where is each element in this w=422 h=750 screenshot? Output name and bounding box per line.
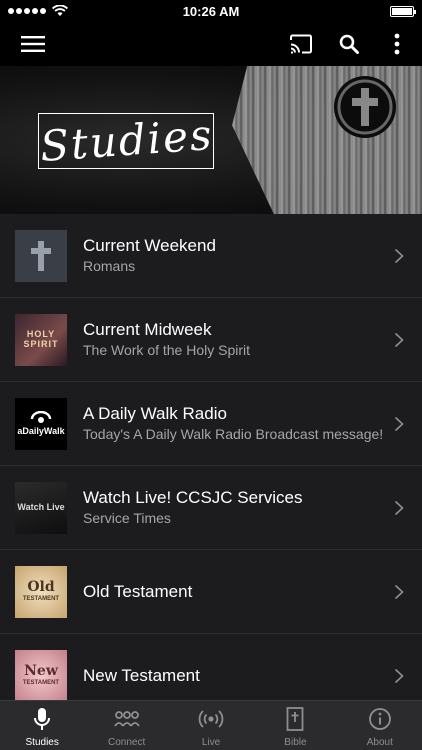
list-item-title: Current Midweek: [83, 320, 212, 339]
daily-walk-logo-text: aDailyWalk: [17, 425, 65, 436]
list-item-text: Old Testament: [83, 581, 422, 603]
studies-list: Current Weekend Romans HOLY SPIRIT Curre…: [0, 214, 422, 700]
info-icon: [367, 706, 393, 732]
cross-icon: [31, 240, 51, 271]
tab-live[interactable]: Live: [169, 701, 253, 750]
list-item-watch-live[interactable]: Watch Live Watch Live! CCSJC Services Se…: [0, 466, 422, 550]
thumbnail-subtext: TESTAMENT: [22, 680, 60, 687]
thumbnail-word: Old: [27, 579, 55, 595]
tab-label: Connect: [107, 737, 146, 748]
list-item-subtitle: Today's A Daily Walk Radio Broadcast mes…: [83, 426, 384, 442]
holy-spirit-thumbnail: HOLY SPIRIT: [15, 313, 67, 366]
list-item-text: New Testament: [83, 665, 422, 687]
list-item-text: Current Midweek The Work of the Holy Spi…: [83, 319, 422, 360]
menu-button[interactable]: [20, 31, 46, 57]
app-bar-actions: [288, 31, 410, 57]
list-item-title: Current Weekend: [83, 236, 216, 255]
cast-icon: [290, 34, 312, 54]
list-item-subtitle: Service Times: [83, 510, 171, 526]
app-bar: [0, 22, 422, 66]
more-options-button[interactable]: [384, 31, 410, 57]
list-item-title: A Daily Walk Radio: [83, 404, 227, 423]
tab-studies[interactable]: Studies: [0, 701, 84, 750]
people-icon: [113, 706, 140, 732]
list-item-title: New Testament: [83, 665, 200, 685]
list-item-current-midweek[interactable]: HOLY SPIRIT Current Midweek The Work of …: [0, 298, 422, 382]
old-testament-thumbnail: Old TESTAMENT: [15, 565, 67, 618]
hamburger-icon: [21, 36, 45, 52]
status-bar: 10:26 AM: [0, 0, 422, 22]
tab-bible[interactable]: Bible: [253, 701, 337, 750]
cross-thumbnail: [15, 229, 67, 282]
tab-about[interactable]: About: [338, 701, 422, 750]
broadcast-icon: [198, 706, 224, 732]
bible-icon: [282, 706, 308, 732]
daily-walk-thumbnail: aDailyWalk: [15, 397, 67, 450]
new-testament-thumbnail: New TESTAMENT: [15, 649, 67, 700]
list-item-text: Watch Live! CCSJC Services Service Times: [83, 487, 422, 528]
tab-label: About: [366, 737, 393, 748]
list-item-current-weekend[interactable]: Current Weekend Romans: [0, 214, 422, 298]
wifi-icon: [52, 5, 68, 16]
cast-button[interactable]: [288, 31, 314, 57]
list-item-title: Old Testament: [83, 581, 193, 601]
church-logo-icon: [334, 76, 396, 138]
chevron-right-icon: [394, 668, 404, 683]
chevron-right-icon: [394, 584, 404, 599]
tab-label: Studies: [25, 737, 59, 748]
thumbnail-word: New: [24, 663, 58, 679]
thumbnail-subtext: TESTAMENT: [22, 596, 60, 603]
signal-strength-icon: [8, 8, 46, 14]
tab-label: Live: [201, 737, 221, 748]
chevron-right-icon: [394, 500, 404, 515]
list-item-subtitle: Romans: [83, 258, 136, 274]
status-left: [8, 5, 68, 17]
tab-label: Bible: [284, 737, 307, 748]
daily-walk-logo-icon: [30, 410, 52, 423]
more-vertical-icon: [394, 33, 400, 55]
list-item-subtitle: The Work of the Holy Spirit: [83, 342, 251, 358]
tab-connect[interactable]: Connect: [84, 701, 168, 750]
watch-live-thumbnail: Watch Live: [15, 481, 67, 534]
chevron-right-icon: [394, 248, 404, 263]
microphone-icon: [29, 706, 55, 732]
list-item-new-testament[interactable]: New TESTAMENT New Testament: [0, 634, 422, 700]
studies-banner: Studies: [0, 66, 422, 214]
chevron-right-icon: [394, 332, 404, 347]
list-item-text: A Daily Walk Radio Today's A Daily Walk …: [83, 403, 422, 444]
chevron-right-icon: [394, 416, 404, 431]
tab-bar: Studies Connect Live Bible About: [0, 700, 422, 750]
search-icon: [339, 34, 359, 54]
list-item-old-testament[interactable]: Old TESTAMENT Old Testament: [0, 550, 422, 634]
list-item-daily-walk-radio[interactable]: aDailyWalk A Daily Walk Radio Today's A …: [0, 382, 422, 466]
list-item-text: Current Weekend Romans: [83, 235, 422, 276]
search-button[interactable]: [336, 31, 362, 57]
list-item-title: Watch Live! CCSJC Services: [83, 488, 303, 507]
battery-icon: [390, 5, 416, 17]
